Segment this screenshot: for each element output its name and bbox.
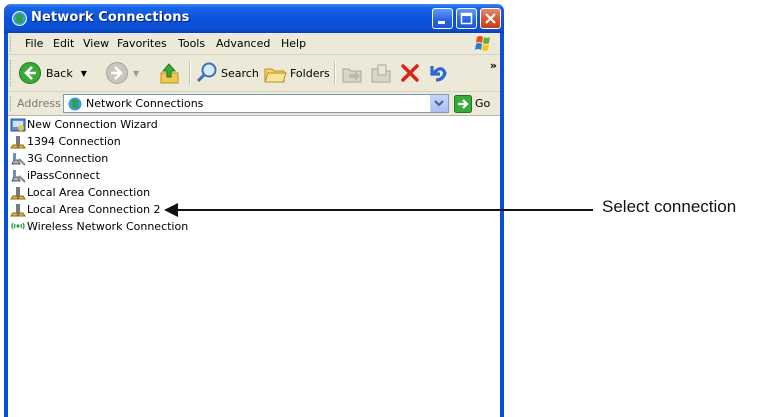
list-item-label: New Connection Wizard <box>27 118 158 131</box>
forward-button[interactable]: ▼ <box>105 59 139 87</box>
menu-advanced[interactable]: Advanced <box>216 37 270 50</box>
back-label: Back <box>46 66 73 80</box>
lan-icon <box>10 135 26 148</box>
list-item-local-area-connection-2[interactable]: Local Area Connection 2 <box>10 201 161 218</box>
back-dropdown-icon[interactable]: ▼ <box>81 69 87 78</box>
list-item-1394-connection[interactable]: 1394 Connection <box>10 133 121 150</box>
menu-view[interactable]: View <box>83 37 109 50</box>
move-to-icon <box>342 68 362 83</box>
lan-icon <box>10 203 26 216</box>
menu-favorites[interactable]: Favorites <box>117 37 167 50</box>
toolbar-more-icon[interactable]: » <box>490 59 497 72</box>
annotation-label: Select connection <box>602 197 737 216</box>
dialup-icon <box>11 152 26 166</box>
list-item-wireless-network-connection[interactable]: Wireless Network Connection <box>10 218 188 235</box>
network-connections-icon <box>12 11 27 26</box>
undo-icon <box>430 66 447 82</box>
move-to-button[interactable] <box>341 59 363 87</box>
list-item-ipassconnect[interactable]: iPassConnect <box>10 167 100 184</box>
go-label: Go <box>475 97 491 110</box>
delete-button[interactable] <box>400 59 420 87</box>
list-item-new-connection-wizard[interactable]: New Connection Wizard <box>10 116 158 133</box>
dialup-icon <box>11 169 26 183</box>
search-button[interactable]: Search <box>196 59 259 87</box>
menu-tools[interactable]: Tools <box>178 37 205 50</box>
annotation-arrow-line <box>175 209 593 211</box>
list-item-label: 1394 Connection <box>27 135 121 148</box>
menu-help[interactable]: Help <box>281 37 306 50</box>
toolbar-separator <box>334 61 336 85</box>
menu-grip[interactable] <box>10 36 14 51</box>
minimize-button[interactable] <box>432 8 453 29</box>
address-bar: Address Network Connections Go <box>8 92 500 116</box>
search-icon <box>196 62 217 83</box>
forward-arrow-icon <box>106 62 128 84</box>
list-item-label: iPassConnect <box>27 169 100 182</box>
standard-toolbar: Back ▼ ▼ Search Folders » <box>8 55 500 92</box>
connections-list: New Connection Wizard 1394 Connection 3G… <box>8 116 500 417</box>
address-value: Network Connections <box>86 97 204 110</box>
maximize-button[interactable] <box>456 8 477 29</box>
delete-icon <box>401 64 419 82</box>
list-item-label: 3G Connection <box>27 152 109 165</box>
back-arrow-icon <box>19 62 41 84</box>
lan-icon <box>10 186 26 199</box>
window-title: Network Connections <box>31 10 190 25</box>
address-label: Address <box>17 97 61 110</box>
list-item-label: Local Area Connection 2 <box>27 203 161 216</box>
list-item-3g-connection[interactable]: 3G Connection <box>10 150 108 167</box>
go-arrow-icon <box>454 94 472 113</box>
up-folder-icon <box>160 63 179 84</box>
network-connections-icon <box>68 97 82 111</box>
wireless-icon <box>11 222 25 229</box>
undo-button[interactable] <box>426 59 448 87</box>
toolbar-grip[interactable] <box>10 60 14 86</box>
chevron-down-icon <box>434 100 444 107</box>
minimize-icon <box>438 21 445 24</box>
copy-to-icon <box>371 64 391 83</box>
copy-to-button[interactable] <box>370 59 392 87</box>
menu-bar: File Edit View Favorites Tools Advanced … <box>8 33 500 55</box>
folders-button[interactable]: Folders <box>263 59 330 87</box>
toolbar-separator <box>189 61 191 85</box>
back-button[interactable]: Back ▼ <box>18 59 87 87</box>
go-button[interactable]: Go <box>454 94 498 113</box>
list-item-label: Wireless Network Connection <box>27 220 189 233</box>
address-input[interactable]: Network Connections <box>63 94 449 113</box>
list-item-local-area-connection[interactable]: Local Area Connection <box>10 184 150 201</box>
menu-edit[interactable]: Edit <box>53 37 74 50</box>
list-item-label: Local Area Connection <box>27 186 151 199</box>
folders-label: Folders <box>290 66 330 80</box>
maximize-icon <box>460 12 473 25</box>
close-button[interactable] <box>480 8 501 29</box>
search-label: Search <box>221 66 259 80</box>
windows-logo-icon <box>475 36 490 51</box>
menu-file[interactable]: File <box>25 37 43 50</box>
title-bar[interactable]: Network Connections <box>4 4 504 33</box>
close-icon <box>485 13 496 24</box>
folders-icon <box>264 68 287 83</box>
up-folder-button[interactable] <box>159 59 181 87</box>
address-dropdown-button[interactable] <box>430 95 448 112</box>
address-grip[interactable] <box>10 96 14 111</box>
window-client: File Edit View Favorites Tools Advanced … <box>8 33 500 417</box>
forward-dropdown-icon[interactable]: ▼ <box>133 69 139 78</box>
wizard-icon <box>10 118 26 131</box>
